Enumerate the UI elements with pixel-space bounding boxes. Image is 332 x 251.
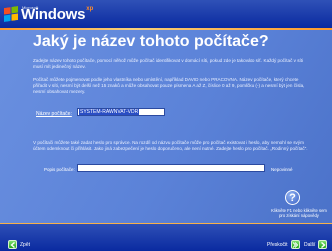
windows-flag-icon — [4, 6, 18, 22]
back-button[interactable]: Zpět — [8, 240, 30, 249]
computer-name-label: Název počítače: — [36, 111, 72, 117]
microsoft-wordmark: Microsoft — [22, 5, 39, 10]
next-arrow-icon — [318, 240, 328, 249]
computer-name-value: SYSTEM-RAWNVAT-VDR — [79, 109, 140, 115]
back-label: Zpět — [20, 241, 31, 248]
name-rules-text: Počítač můžete pojmenovat podle jeho vla… — [33, 77, 305, 94]
skip-label: Přeskočit — [267, 241, 288, 248]
next-label: Další — [304, 241, 316, 248]
description-label: Popis počítače: — [44, 167, 75, 172]
setup-screen: Microsoft Windows xp Jaký je název tohot… — [0, 0, 332, 251]
computer-name-input[interactable]: SYSTEM-RAWNVAT-VDR — [77, 108, 165, 116]
help-question-icon[interactable]: ? — [285, 190, 300, 205]
help-text[interactable]: Klikněte F1 nebo klikněte sem pro získán… — [268, 208, 330, 218]
footer-accent-line — [0, 223, 332, 224]
next-button[interactable]: Další — [304, 240, 328, 249]
description-input[interactable] — [77, 164, 265, 172]
back-arrow-icon — [8, 240, 17, 249]
password-info-text: V počítači můžete také zadat heslo pro s… — [33, 140, 308, 151]
windows-logo: Microsoft Windows xp — [4, 5, 93, 23]
xp-wordmark: xp — [86, 6, 94, 12]
page-title: Jaký je název tohoto počítače? — [33, 33, 269, 50]
skip-arrow-icon — [290, 240, 300, 249]
optional-label: Nepovinné — [271, 167, 293, 172]
intro-text: Zadejte název tohoto počítače, pomocí ně… — [33, 58, 304, 69]
skip-button[interactable]: Přeskočit — [267, 240, 300, 249]
